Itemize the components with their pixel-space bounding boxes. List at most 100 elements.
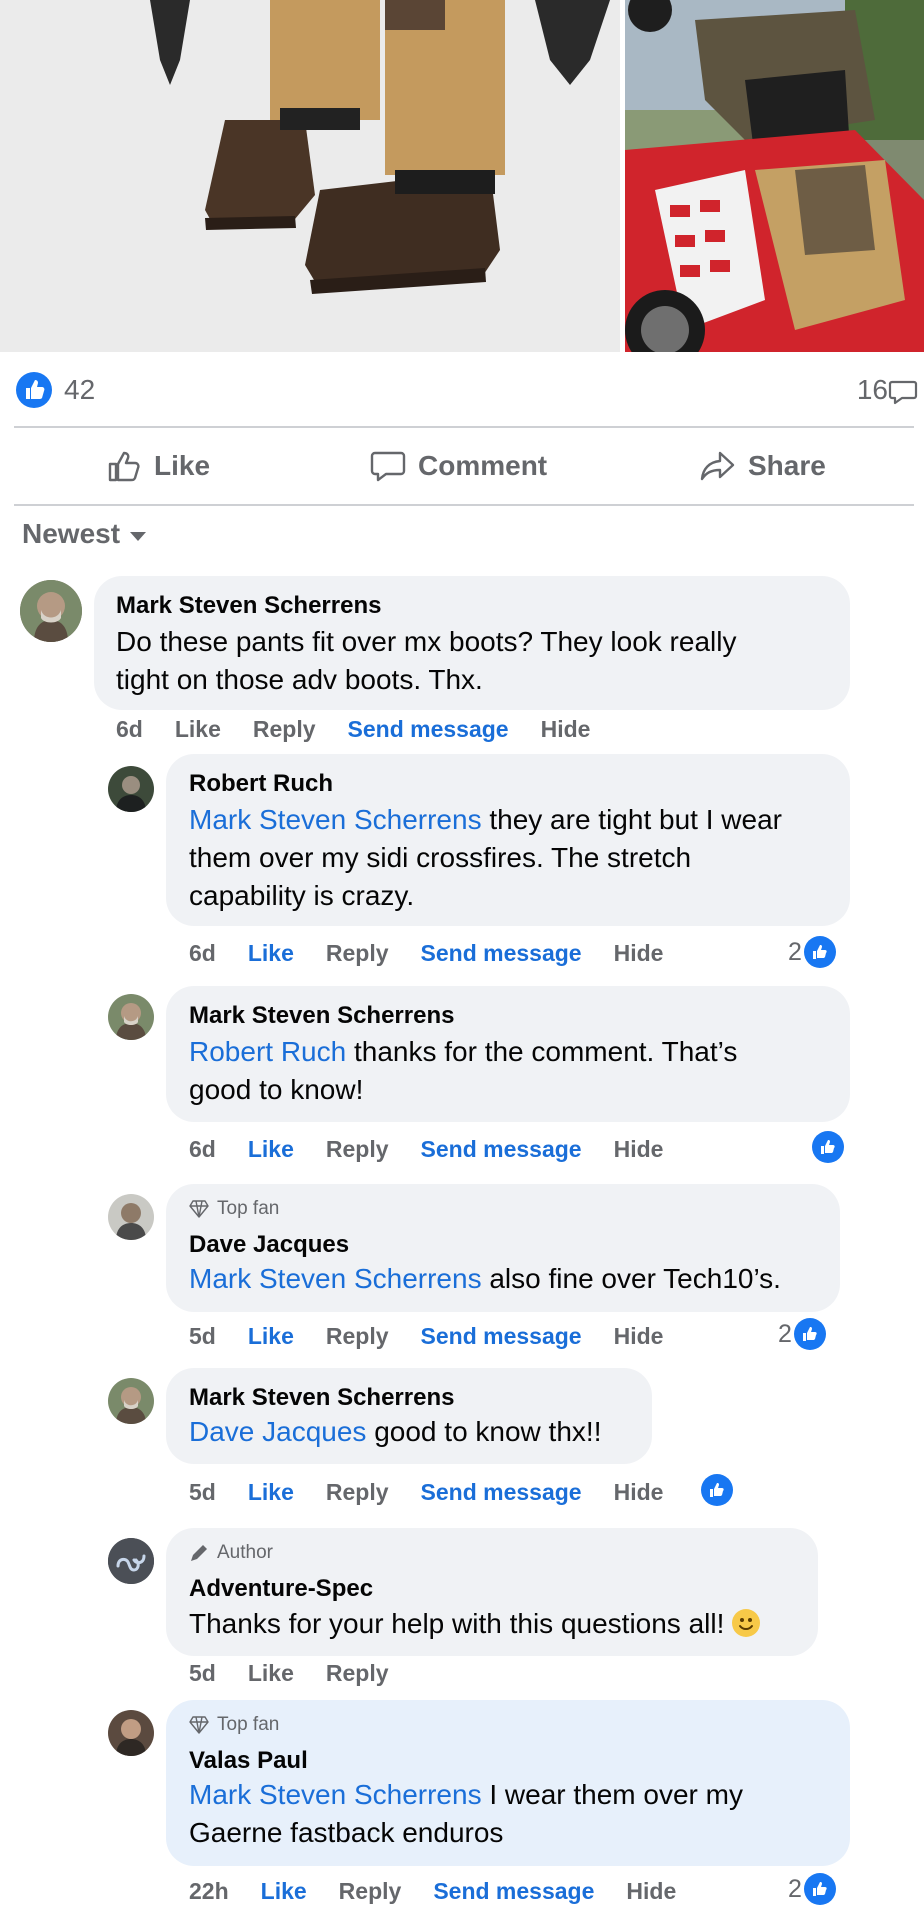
- reaction-count: 2: [788, 937, 802, 966]
- send-message-button[interactable]: Send message: [421, 1323, 582, 1350]
- comment-like-button[interactable]: Like: [261, 1878, 307, 1905]
- comment-reactions[interactable]: 2: [788, 1873, 836, 1905]
- hide-button[interactable]: Hide: [626, 1878, 676, 1905]
- comment-text: Mark Steven Scherrens also fine over Tec…: [189, 1263, 781, 1294]
- comment-actions: 5d Like Reply: [189, 1660, 421, 1687]
- divider: [14, 426, 914, 428]
- comment-author[interactable]: Dave Jacques: [189, 1231, 349, 1259]
- sort-label: Newest: [22, 518, 121, 549]
- comment-reply-button[interactable]: Reply: [326, 940, 389, 967]
- comment-text: Dave Jacques good to know thx!!: [189, 1416, 602, 1447]
- comment-icon: [370, 451, 406, 482]
- comment-time[interactable]: 22h: [189, 1878, 229, 1905]
- avatar[interactable]: [108, 766, 154, 812]
- reaction-count[interactable]: 42: [64, 374, 95, 406]
- avatar[interactable]: [108, 994, 154, 1040]
- hide-button[interactable]: Hide: [614, 940, 664, 967]
- comment-sort-dropdown[interactable]: Newest: [22, 518, 147, 550]
- mention-link[interactable]: Robert Ruch: [189, 1036, 346, 1067]
- product-photo-pants-boots[interactable]: [0, 0, 620, 352]
- send-message-button[interactable]: Send message: [421, 1136, 582, 1163]
- share-icon: [700, 451, 735, 481]
- comment-reply-button[interactable]: Reply: [339, 1878, 402, 1905]
- smile-emoji-icon: [732, 1609, 761, 1637]
- comment-reactions[interactable]: 2: [778, 1318, 826, 1350]
- comment-reply-button[interactable]: Reply: [253, 716, 316, 743]
- like-reaction-icon: [803, 1873, 836, 1905]
- comment-reactions[interactable]: [812, 1131, 844, 1163]
- post-photos[interactable]: [0, 0, 924, 352]
- comment-like-button[interactable]: Like: [248, 1136, 294, 1163]
- comment-actions: 5d Like Reply Send message Hide: [189, 1323, 695, 1350]
- send-message-button[interactable]: Send message: [348, 716, 509, 743]
- top-fan-badge: Top fan: [189, 1714, 279, 1736]
- caret-down-icon: [130, 531, 147, 541]
- comment-author[interactable]: Adventure-Spec: [189, 1575, 373, 1603]
- comment-author[interactable]: Mark Steven Scherrens: [116, 592, 381, 620]
- diamond-icon: [189, 1200, 209, 1218]
- like-reaction-icon: [793, 1318, 826, 1350]
- like-reaction-icon: [803, 936, 836, 968]
- comment-reply-button[interactable]: Reply: [326, 1323, 389, 1350]
- comment-button-label: Comment: [418, 450, 548, 481]
- thumbs-up-icon: [108, 451, 140, 482]
- mention-link[interactable]: Mark Steven Scherrens: [189, 1779, 482, 1810]
- avatar[interactable]: [108, 1538, 154, 1584]
- comment-actions: 5d Like Reply Send message Hide: [189, 1479, 695, 1506]
- divider: [14, 504, 914, 506]
- comment-reply-button[interactable]: Reply: [326, 1136, 389, 1163]
- comment-time[interactable]: 5d: [189, 1323, 216, 1350]
- product-photo-rider[interactable]: [625, 0, 924, 352]
- send-message-button[interactable]: Send message: [421, 940, 582, 967]
- reaction-count: 2: [788, 1874, 802, 1903]
- diamond-icon: [189, 1716, 209, 1734]
- like-reaction-icon: [701, 1474, 733, 1506]
- comment-reply-button[interactable]: Reply: [326, 1660, 389, 1687]
- comment-text: Mark Steven Scherrens they are tight but…: [189, 804, 782, 911]
- mention-link[interactable]: Mark Steven Scherrens: [189, 1263, 482, 1294]
- comment-reactions[interactable]: [701, 1474, 733, 1506]
- comment-like-button[interactable]: Like: [248, 1660, 294, 1687]
- share-button[interactable]: Share: [700, 444, 826, 488]
- mention-link[interactable]: Mark Steven Scherrens: [189, 804, 482, 835]
- hide-button[interactable]: Hide: [614, 1479, 664, 1506]
- comment-text: Thanks for your help with this questions…: [189, 1605, 819, 1643]
- hide-button[interactable]: Hide: [614, 1136, 664, 1163]
- like-button[interactable]: Like: [106, 444, 210, 488]
- comment-reply-button[interactable]: Reply: [326, 1479, 389, 1506]
- comment-author[interactable]: Valas Paul: [189, 1747, 308, 1775]
- comment-like-button[interactable]: Like: [248, 1323, 294, 1350]
- share-button-label: Share: [748, 450, 826, 481]
- hide-button[interactable]: Hide: [541, 716, 591, 743]
- post-action-bar: Like Comment Share: [0, 430, 924, 504]
- comment-time[interactable]: 6d: [189, 1136, 216, 1163]
- comment-text: Robert Ruch thanks for the comment. That…: [189, 1036, 738, 1105]
- send-message-button[interactable]: Send message: [421, 1479, 582, 1506]
- comment-like-button[interactable]: Like: [175, 716, 221, 743]
- avatar[interactable]: [108, 1194, 154, 1240]
- mention-link[interactable]: Dave Jacques: [189, 1416, 366, 1447]
- comment-bubble-icon: [888, 380, 918, 405]
- comment-reactions[interactable]: 2: [788, 936, 836, 968]
- comment-like-button[interactable]: Like: [248, 1479, 294, 1506]
- comment-button[interactable]: Comment: [370, 444, 547, 488]
- like-reaction-icon[interactable]: [16, 372, 52, 408]
- comment-like-button[interactable]: Like: [248, 940, 294, 967]
- avatar[interactable]: [108, 1710, 154, 1756]
- comment-text: Do these pants fit over mx boots? They l…: [116, 626, 737, 695]
- comment-count[interactable]: 16: [857, 374, 888, 406]
- comment-time[interactable]: 6d: [189, 940, 216, 967]
- comment-author[interactable]: Robert Ruch: [189, 770, 333, 798]
- top-fan-badge: Top fan: [189, 1198, 279, 1220]
- comment-time[interactable]: 5d: [189, 1660, 216, 1687]
- comment-author[interactable]: Mark Steven Scherrens: [189, 1384, 454, 1412]
- avatar[interactable]: [20, 580, 82, 642]
- pencil-icon: [191, 1545, 207, 1561]
- send-message-button[interactable]: Send message: [433, 1878, 594, 1905]
- comment-time[interactable]: 5d: [189, 1479, 216, 1506]
- reaction-count: 2: [778, 1319, 792, 1348]
- hide-button[interactable]: Hide: [614, 1323, 664, 1350]
- comment-time[interactable]: 6d: [116, 716, 143, 743]
- avatar[interactable]: [108, 1378, 154, 1424]
- comment-author[interactable]: Mark Steven Scherrens: [189, 1002, 454, 1030]
